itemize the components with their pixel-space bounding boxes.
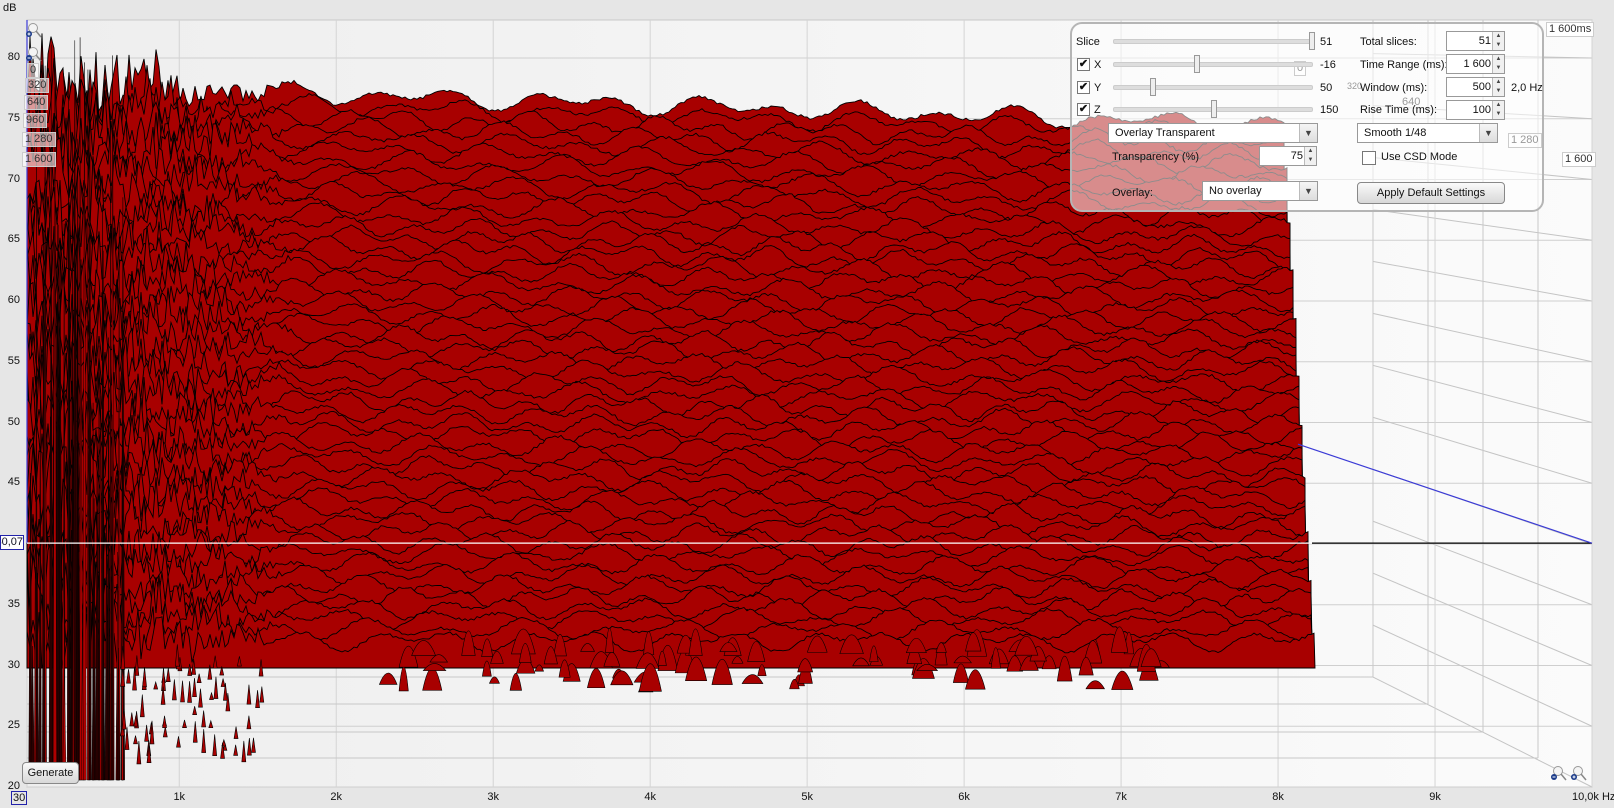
x-tick-label: 3k bbox=[487, 791, 500, 803]
time-label: 1 280 bbox=[1508, 133, 1542, 148]
y-tick-label: 55 bbox=[7, 354, 20, 367]
total-slices-label: Total slices: bbox=[1360, 36, 1417, 48]
transparency-value: 75 bbox=[1290, 150, 1303, 162]
x-tick-label: 9k bbox=[1429, 791, 1441, 803]
x-tick-label: 2k bbox=[330, 791, 343, 803]
x-tick-label: 7k bbox=[1115, 791, 1127, 803]
cursor-value-label: 40,07 bbox=[0, 535, 24, 550]
x-slider[interactable] bbox=[1113, 62, 1313, 67]
spinner-arrows-icon[interactable]: ▲ ▼ bbox=[1492, 32, 1504, 50]
y-value: 50 bbox=[1320, 82, 1333, 94]
total-slices-value: 51 bbox=[1478, 35, 1491, 47]
x-tick-label: 5k bbox=[801, 791, 813, 803]
overlay-label: Overlay: bbox=[1112, 187, 1153, 199]
zoom-in-icon[interactable] bbox=[26, 22, 42, 38]
y-slider[interactable] bbox=[1113, 85, 1313, 90]
slice-slider[interactable] bbox=[1113, 39, 1313, 44]
y-slider-thumb[interactable] bbox=[1150, 78, 1156, 96]
y-tick-label: 50 bbox=[7, 415, 20, 428]
x-tick-label: 8k bbox=[1272, 791, 1284, 803]
z-label: Z bbox=[1094, 104, 1101, 116]
time-range-label: Time Range (ms): bbox=[1360, 59, 1448, 71]
slice-label: Slice bbox=[1076, 36, 1100, 48]
apply-default-settings-button[interactable]: Apply Default Settings bbox=[1357, 182, 1505, 204]
x-slider-thumb[interactable] bbox=[1194, 55, 1200, 73]
x-tick-label: 30 bbox=[11, 791, 28, 805]
display-mode-dropdown[interactable]: Overlay Transparent ▼ bbox=[1108, 123, 1318, 143]
time-label: 0 bbox=[27, 63, 40, 78]
display-mode-value: Overlay Transparent bbox=[1115, 127, 1215, 139]
x-tick-label: 1k bbox=[173, 791, 186, 803]
x-label: X bbox=[1094, 59, 1102, 71]
x-tick-label: 6k bbox=[958, 791, 970, 803]
time-label: 1 280 bbox=[22, 132, 56, 147]
chevron-down-icon: ▼ bbox=[1299, 124, 1317, 142]
x-checkbox[interactable]: ✔ bbox=[1077, 58, 1090, 71]
window-spinner[interactable]: 500 ▲ ▼ bbox=[1446, 77, 1505, 97]
x-tick-label: 10,0k Hz bbox=[1572, 791, 1614, 803]
time-label: 1 600 bbox=[1562, 152, 1596, 167]
zoom-out-icon[interactable] bbox=[1551, 765, 1567, 781]
y-label: Y bbox=[1094, 82, 1102, 94]
overlay-dropdown[interactable]: No overlay ▼ bbox=[1202, 181, 1318, 201]
x-tick-label: 4k bbox=[644, 791, 656, 803]
spinner-arrows-icon[interactable]: ▲ ▼ bbox=[1304, 147, 1316, 165]
overlay-value: No overlay bbox=[1209, 185, 1262, 197]
rise-time-value: 100 bbox=[1472, 104, 1491, 116]
y-tick-label: 60 bbox=[7, 294, 20, 306]
y-tick-label: 80 bbox=[7, 51, 20, 63]
y-tick-label: 30 bbox=[7, 658, 20, 671]
spinner-arrows-icon[interactable]: ▲ ▼ bbox=[1492, 55, 1504, 73]
z-checkbox[interactable]: ✔ bbox=[1077, 103, 1090, 116]
zoom-out-icon[interactable] bbox=[26, 46, 42, 62]
x-value: -16 bbox=[1320, 59, 1336, 71]
y-tick-label: 25 bbox=[7, 719, 20, 732]
zoom-in-icon[interactable] bbox=[1571, 765, 1587, 781]
time-label: 320 bbox=[25, 78, 50, 93]
time-label: 640 bbox=[24, 95, 49, 110]
y-tick-label: 35 bbox=[7, 597, 20, 610]
slice-slider-thumb[interactable] bbox=[1309, 32, 1315, 50]
total-slices-spinner[interactable]: 51 ▲ ▼ bbox=[1446, 31, 1505, 51]
y-axis-label: dB bbox=[3, 2, 17, 14]
chevron-down-icon: ▼ bbox=[1479, 124, 1497, 142]
window-label: Window (ms): bbox=[1360, 82, 1428, 94]
time-range-spinner[interactable]: 1 600 ▲ ▼ bbox=[1446, 54, 1505, 74]
rise-time-label: Rise Time (ms): bbox=[1360, 104, 1437, 116]
time-range-value: 1 600 bbox=[1463, 58, 1491, 70]
window-value: 500 bbox=[1472, 81, 1491, 93]
slice-value: 51 bbox=[1320, 36, 1333, 48]
time-axis-end-label: 1 600ms bbox=[1546, 22, 1595, 37]
z-value: 150 bbox=[1320, 104, 1339, 116]
y-tick-label: 75 bbox=[7, 111, 20, 124]
y-tick-label: 45 bbox=[7, 476, 20, 489]
transparency-spinner[interactable]: 75 ▲ ▼ bbox=[1259, 146, 1317, 166]
smoothing-value: Smooth 1/48 bbox=[1364, 127, 1427, 139]
window-hz: 2,0 Hz bbox=[1511, 82, 1543, 94]
transparency-label: Transparency (%) bbox=[1112, 151, 1200, 163]
time-label: 960 bbox=[23, 113, 48, 128]
y-tick-label: 65 bbox=[7, 233, 20, 246]
y-checkbox[interactable]: ✔ bbox=[1077, 81, 1090, 94]
smoothing-dropdown[interactable]: Smooth 1/48 ▼ bbox=[1357, 123, 1498, 143]
csd-mode-label: Use CSD Mode bbox=[1381, 151, 1458, 163]
csd-mode-checkbox[interactable] bbox=[1362, 151, 1376, 165]
rise-time-spinner[interactable]: 100 ▲ ▼ bbox=[1446, 100, 1505, 120]
chevron-down-icon: ▼ bbox=[1299, 182, 1317, 200]
generate-button[interactable]: Generate bbox=[22, 762, 79, 784]
spinner-arrows-icon[interactable]: ▲ ▼ bbox=[1492, 78, 1504, 96]
y-tick-label: 70 bbox=[7, 172, 20, 185]
cursor-value: 40,07 bbox=[1, 536, 23, 548]
spinner-arrows-icon[interactable]: ▲ ▼ bbox=[1492, 101, 1504, 119]
z-slider-thumb[interactable] bbox=[1211, 100, 1217, 118]
time-label: 1 600 bbox=[22, 152, 56, 167]
